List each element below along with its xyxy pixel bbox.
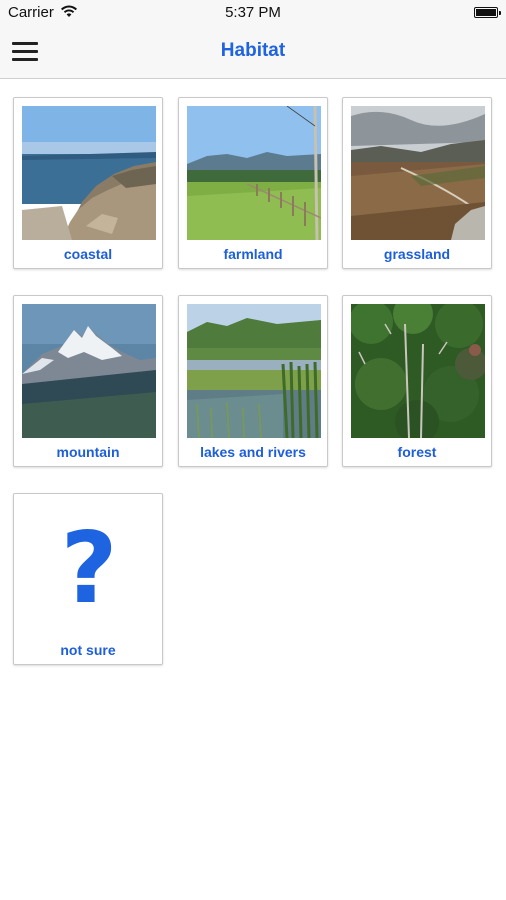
grassland-photo: [351, 106, 485, 240]
status-bar: Carrier 5:37 PM: [0, 0, 506, 26]
habitat-card-coastal[interactable]: coastal: [13, 97, 163, 269]
habitat-card-grassland[interactable]: grassland: [342, 97, 492, 269]
question-mark-glyph: ?: [60, 512, 118, 626]
page-title: Habitat: [220, 40, 286, 61]
habitat-label: coastal: [63, 246, 113, 262]
habitat-label: forest: [397, 444, 437, 460]
battery-icon: [474, 7, 501, 18]
lakes-and-rivers-photo: [187, 304, 321, 438]
habitat-card-mountain[interactable]: mountain: [13, 295, 163, 467]
habitat-label: grassland: [383, 246, 451, 262]
question-mark-icon: ?: [22, 502, 156, 636]
coastal-photo: [22, 106, 156, 240]
habitat-card-farmland[interactable]: farmland: [178, 97, 328, 269]
habitat-label: lakes and rivers: [200, 444, 306, 460]
habitat-card-forest[interactable]: forest: [342, 295, 492, 467]
navigation-bar: Habitat: [0, 26, 506, 79]
habitat-label: not sure: [60, 642, 116, 658]
habitat-label: farmland: [223, 246, 283, 262]
habitat-card-not-sure[interactable]: ? not sure: [13, 493, 163, 665]
mountain-photo: [22, 304, 156, 438]
forest-photo: [351, 304, 485, 438]
status-time: 5:37 PM: [225, 4, 281, 21]
habitat-card-lakes-and-rivers[interactable]: lakes and rivers: [178, 295, 328, 467]
habitat-label: mountain: [56, 444, 120, 460]
farmland-photo: [187, 106, 321, 240]
